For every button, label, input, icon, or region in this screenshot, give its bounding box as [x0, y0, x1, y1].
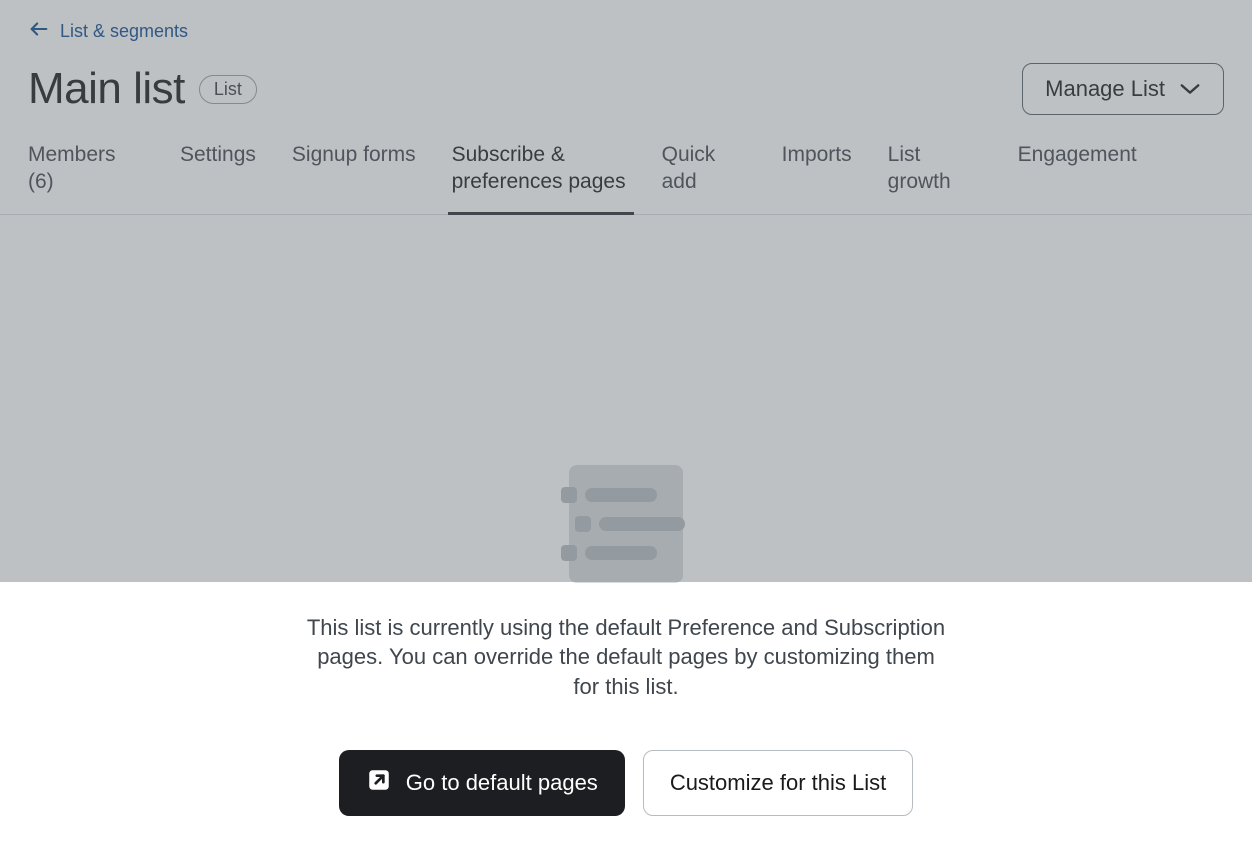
tab-settings[interactable]: Settings [180, 141, 292, 214]
page-title: Main list [28, 64, 185, 114]
breadcrumb-back[interactable]: List & segments [28, 18, 188, 45]
go-to-default-pages-button[interactable]: Go to default pages [339, 750, 625, 816]
chevron-down-icon [1179, 76, 1201, 102]
tab-label: Engagement [1018, 143, 1137, 166]
customize-for-list-button[interactable]: Customize for this List [643, 750, 913, 816]
tab-subscribe-preferences[interactable]: Subscribe & preferences pages [452, 141, 662, 214]
tab-imports[interactable]: Imports [782, 141, 888, 214]
tab-label: Imports [782, 143, 852, 166]
tabs-nav: Members (6) Settings Signup forms Subscr… [0, 141, 1252, 215]
tab-quick-add[interactable]: Quick add [662, 141, 782, 214]
tab-label: Subscribe & preferences pages [452, 143, 626, 193]
manage-list-button[interactable]: Manage List [1022, 63, 1224, 115]
external-link-icon [366, 767, 392, 799]
arrow-left-icon [28, 18, 50, 45]
tab-list-growth[interactable]: List growth [888, 141, 1018, 214]
tab-label: Members (6) [28, 143, 116, 193]
tab-label: Settings [180, 143, 256, 166]
tab-members[interactable]: Members (6) [0, 141, 180, 214]
manage-list-label: Manage List [1045, 76, 1165, 102]
empty-state-illustration [0, 465, 1252, 583]
empty-state-message: This list is currently using the default… [306, 613, 946, 702]
tab-label: List growth [888, 143, 951, 193]
tab-label: Quick add [662, 143, 716, 193]
primary-button-label: Go to default pages [406, 770, 598, 796]
tab-signup-forms[interactable]: Signup forms [292, 141, 452, 214]
breadcrumb-label: List & segments [60, 21, 188, 42]
tab-label: Signup forms [292, 143, 416, 166]
tab-engagement[interactable]: Engagement [1018, 141, 1137, 214]
list-type-badge: List [199, 75, 257, 104]
secondary-button-label: Customize for this List [670, 770, 886, 796]
